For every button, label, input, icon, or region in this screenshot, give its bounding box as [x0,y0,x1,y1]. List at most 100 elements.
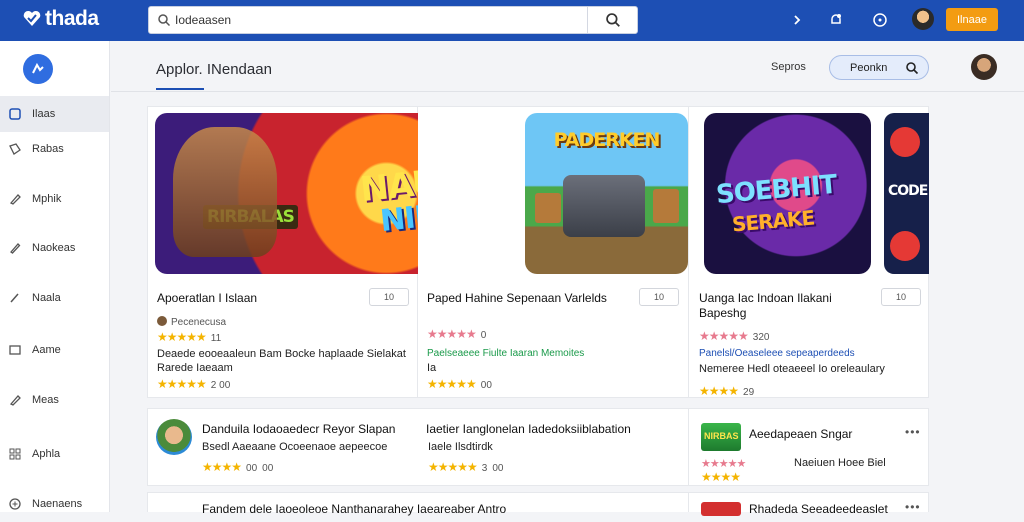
sidebar-item-label: Naokeas [32,242,76,254]
top-bar: thada Iodeaasen Ilnaae [0,0,1024,41]
sidebar-item-label: Aame [32,344,61,356]
game-title[interactable]: Uanga Iac Indoan Ilakani Bapeshg [699,291,869,321]
sidebar-item-label: Mphik [32,193,62,205]
featured-card-2[interactable]: SOEBHIT SERAKE CODE Uanga Iac Indoan Ila… [689,106,929,398]
game-art-title: PADERKEN [553,129,661,151]
notification-icon[interactable] [827,11,845,29]
edit-icon [10,243,21,254]
game-badge-icon [890,231,920,261]
sidebar-item-6[interactable]: Meas [0,382,109,418]
game-art-image-partial[interactable]: CODE [884,113,929,274]
sidebar: Ilaas Rabas Mphik Naokeas Naala Aame Mea… [0,41,110,512]
list-row-0[interactable]: Danduila Iodaoaedecr Reyor Slapan Bsedl … [147,408,689,486]
rating-stars: ★★★★★ 320 [699,329,770,343]
game-title[interactable]: Aeedapeaen Sngar [749,427,852,442]
search-button[interactable] [587,7,637,33]
logo-heart-icon [23,10,41,26]
profile-avatar[interactable] [971,54,997,80]
rating-stars: ★★★★★ 11 [157,330,222,344]
game-crate [653,189,679,223]
game-title[interactable]: Fandem dele Iaoeoleoe Nanthanarahey Iaea… [202,502,506,517]
rating-stars: ★★★★★ 3 00 [428,460,504,474]
sidebar-item-8[interactable]: Naenaens [0,486,109,522]
user-avatar[interactable] [912,8,934,30]
header-pill-label: Peonkn [850,62,888,74]
sidebar-item-4[interactable]: Naala [0,280,109,316]
sidebar-item-label: Ilaas [32,108,56,120]
game-thumbnail [701,502,741,516]
app-logo[interactable]: thada [22,7,99,31]
sidebar-item-5[interactable]: Aame [0,332,109,368]
help-icon[interactable] [871,11,889,29]
sidebar-item-label: Rabas [32,143,64,155]
game-meta: Pecenecusa [157,316,226,328]
game-subtitle: Iaele Ilsdtirdk [428,441,493,453]
more-options-icon[interactable]: ••• [905,425,921,439]
pencil-icon [9,194,21,205]
rating-stars-secondary: ★★★★ 29 [699,384,755,398]
brush-icon [10,293,19,303]
sidebar-item-0[interactable]: Ilaas [0,96,109,132]
sidebar-logo-icon[interactable] [23,54,53,84]
tag-icon [9,143,21,155]
search-icon [906,62,919,75]
rating-stars-secondary: ★★★★★ 2 00 [157,377,231,391]
game-description-2: Nemeree Hedl oteaeeel Io oreleaulary [699,363,885,375]
game-art-image[interactable]: SOEBHIT SERAKE [704,113,871,274]
header-search-pill[interactable]: Peonkn [829,55,929,80]
featured-card-0[interactable]: NAULMEX NIRBELS RIRBALAS Apoeratlan I Is… [147,106,511,398]
featured-card-1[interactable]: PADERKEN Paped Hahine Sepenaan Varlelds … [418,106,689,398]
game-title[interactable]: Rhadeda Seeadeedeaslet [749,502,888,517]
game-art-image[interactable]: PADERKEN [525,113,688,274]
list-row-2[interactable]: Fandem dele Iaoeoleoe Nanthanarahey Iaea… [147,492,689,516]
game-badge-icon [890,127,920,157]
grid-icon [9,448,21,460]
page-title: Applor. INendaan [156,61,272,78]
game-description: Deaede eooeaaleun Bam Bocke haplaade Sie… [157,348,406,360]
note-icon [9,345,21,355]
search-input[interactable]: Iodeaasen [175,13,231,27]
pen-icon [9,395,21,406]
game-subtitle: Bsedl Aaeaane Ocoeenaoe aepeecoe [202,441,388,453]
price-button[interactable]: 10 [639,288,679,306]
game-art-title: CODE [888,183,928,199]
game-title[interactable]: Danduila Iodaoaedecr Reyor Slapan [202,422,395,437]
game-title[interactable]: Paped Hahine Sepenaan Varlelds [427,291,607,306]
search-icon [605,13,620,27]
game-thumbnail: NIRBAS [701,423,741,451]
sidebar-item-1[interactable]: Rabas [0,131,109,167]
game-description: Panelsl/Oeaseleee sepeaperdeeds [699,348,855,359]
sidebar-item-7[interactable]: Aphla [0,436,109,472]
sidebar-item-label: Aphla [32,448,61,460]
price-button[interactable]: 10 [881,288,921,306]
rating-stars: ★★★★ 00 00 [202,460,274,474]
search-icon [158,14,171,27]
price-button[interactable]: 10 [369,288,409,306]
game-art-subtitle: SERAKE [731,205,815,237]
rating-stars: ★★★★★ [701,458,746,470]
app-logo-text: thada [45,7,99,30]
game-art-title: SOEBHIT [714,169,838,211]
game-vehicle [563,175,645,237]
game-crate [535,193,561,223]
game-title[interactable]: Iaetier Ianglonelan Iadedoksiiblabation [426,422,631,437]
sidebar-item-label: Naenaens [32,498,83,510]
game-character [173,127,277,257]
search-bar[interactable]: Iodeaasen [148,6,638,34]
title-underline [156,88,204,90]
rating-stars-secondary: ★★★★★ 00 [427,377,492,391]
game-subtitle: Naeiuen Hoee Biel [794,457,886,469]
list-row-1[interactable]: NIRBAS Aeedapeaen Sngar ••• ★★★★★ Naeiue… [689,408,929,486]
developer-icon [157,316,167,326]
sidebar-item-2[interactable]: Mphik [0,181,109,217]
game-description-2: Ia [427,362,437,374]
list-row-3[interactable]: Rhadeda Seeadeedeaslet ••• [689,492,929,516]
add-circle-icon [9,498,21,510]
sidebar-item-3[interactable]: Naokeas [0,230,109,266]
game-description-2: Rarede Iaeaam [157,362,233,374]
header-link[interactable]: Sepros [771,61,806,73]
primary-action-button[interactable]: Ilnaae [946,8,998,31]
chevron-right-icon[interactable] [788,11,806,29]
sidebar-item-label: Meas [32,394,59,406]
game-title[interactable]: Apoeratlan I Islaan [157,291,367,306]
